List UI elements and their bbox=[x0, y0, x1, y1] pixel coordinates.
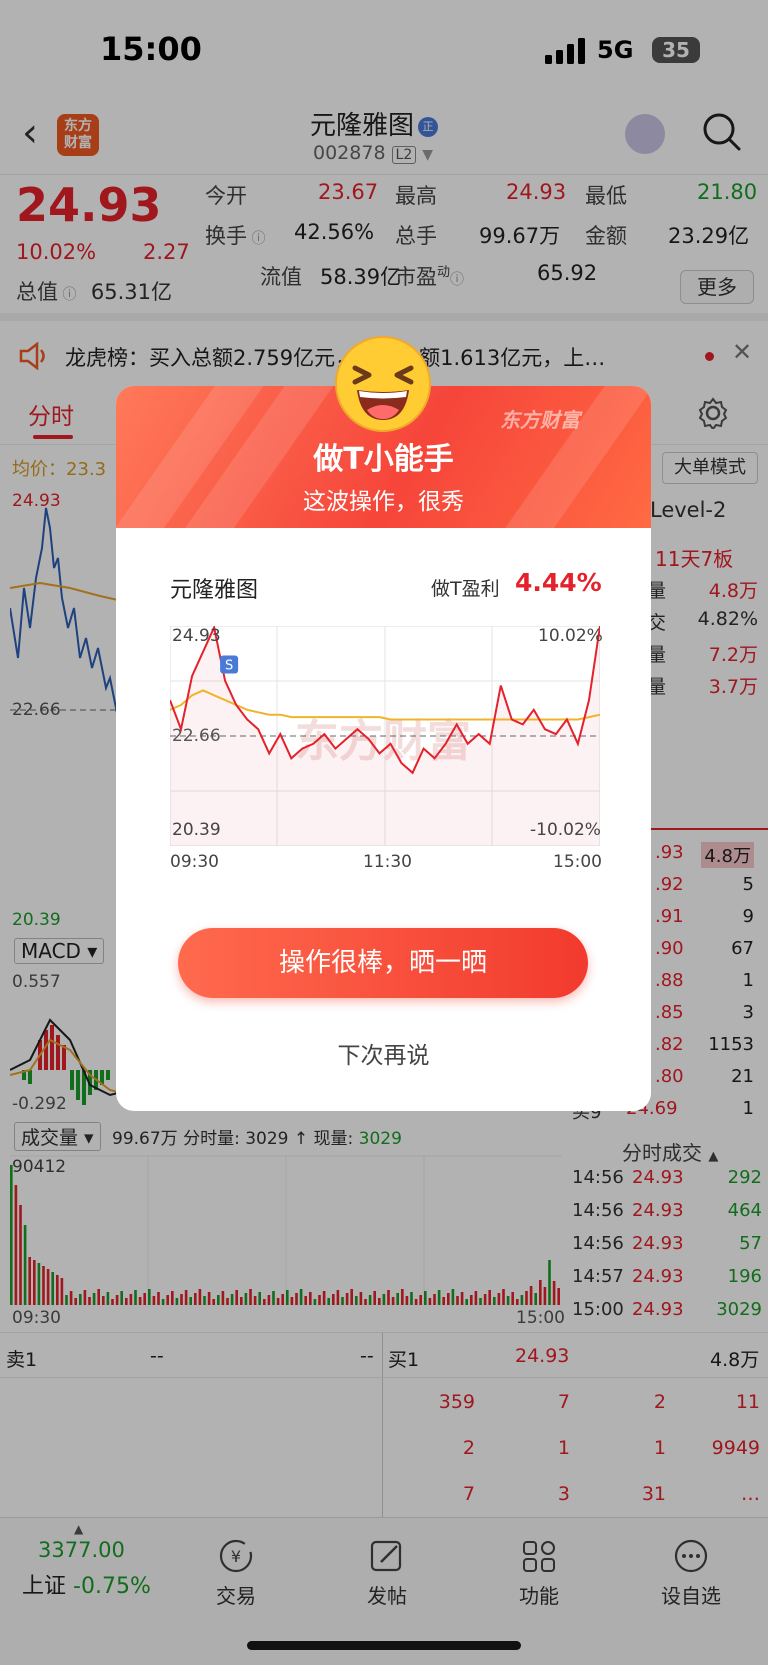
modal-subtitle: 这波操作，很秀 bbox=[303, 489, 464, 515]
profit-label: 做T盈利 bbox=[431, 578, 500, 600]
chart-x-start: 09:30 bbox=[170, 852, 219, 872]
share-button[interactable]: 操作很棒，晒一晒 bbox=[178, 928, 588, 998]
chart-pct-low: -10.02% bbox=[530, 820, 601, 840]
chart-y-mid: 22.66 bbox=[172, 726, 221, 746]
brand-watermark: 东方财富 bbox=[500, 408, 580, 432]
chart-y-low: 20.39 bbox=[172, 820, 221, 840]
later-button[interactable]: 下次再说 bbox=[116, 1036, 651, 1070]
chart-x-mid: 11:30 bbox=[363, 852, 412, 872]
modal-title: 做T小能手 bbox=[313, 442, 454, 477]
modal-stock-name: 元隆雅图 bbox=[170, 578, 259, 603]
laughing-emoji-icon bbox=[335, 336, 431, 432]
modal-intraday-chart: 东方财富 S bbox=[170, 626, 600, 846]
home-indicator bbox=[247, 1641, 521, 1650]
chart-y-high: 24.93 bbox=[172, 626, 221, 646]
trade-marker-label: S bbox=[225, 658, 233, 673]
profit-value: 4.44% bbox=[515, 568, 602, 597]
achievement-modal: 东方财富 做T小能手 这波操作，很秀 元隆雅图 做T盈利 4.44% 东方财富 … bbox=[116, 386, 651, 1111]
chart-pct-high: 10.02% bbox=[538, 626, 603, 646]
chart-x-end: 15:00 bbox=[553, 852, 602, 872]
